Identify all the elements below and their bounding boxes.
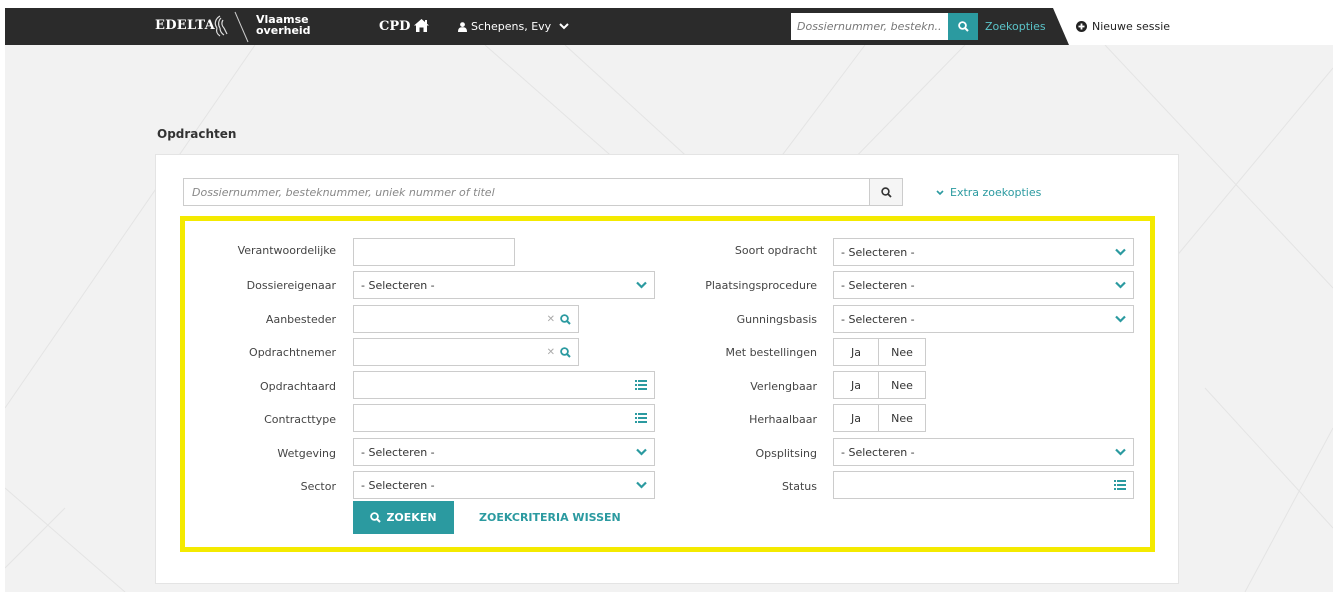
extra-search-options-label: Extra zoekopties (950, 186, 1042, 199)
plaatsingsprocedure-select[interactable]: - Selecteren - (833, 271, 1134, 299)
opdrachtnemer-lookup[interactable]: ✕ (353, 338, 579, 366)
label-dossiereigenaar: Dossiereigenaar (246, 279, 336, 292)
met-bestellingen-yes[interactable]: Ja (834, 339, 879, 365)
search-icon[interactable] (560, 346, 571, 358)
verlengbaar-no[interactable]: Nee (879, 372, 925, 398)
header-search-options-link[interactable]: Zoekopties (985, 20, 1046, 33)
chevron-down-icon (1115, 281, 1126, 289)
sector-select[interactable]: - Selecteren - (353, 471, 655, 499)
met-bestellingen-no[interactable]: Nee (879, 339, 925, 365)
edelta-logo[interactable]: EDELTA (155, 18, 215, 33)
label-verlengbaar: Verlengbaar (750, 380, 817, 393)
wetgeving-select[interactable]: - Selecteren - (353, 438, 655, 466)
search-icon (880, 186, 892, 198)
herhaalbaar-toggle: Ja Nee (833, 404, 926, 432)
contracttype-picker[interactable] (353, 404, 655, 432)
chevron-down-icon (636, 481, 647, 489)
logo-divider (234, 11, 250, 46)
top-navigation-bar: EDELTA Vlaamse overheid CPD Schepens, Ev… (5, 8, 1333, 45)
label-sector: Sector (300, 480, 336, 493)
herhaalbaar-yes[interactable]: Ja (834, 405, 879, 431)
label-herhaalbaar: Herhaalbaar (749, 413, 817, 426)
verlengbaar-toggle: Ja Nee (833, 371, 926, 399)
clear-icon[interactable]: ✕ (547, 314, 555, 325)
gunningsbasis-value: - Selecteren - (841, 312, 915, 326)
chevron-down-icon (936, 189, 944, 195)
label-contracttype: Contracttype (264, 413, 336, 426)
main-search-button[interactable] (869, 178, 903, 206)
wetgeving-value: - Selecteren - (361, 445, 435, 459)
user-name: Schepens, Evy (471, 20, 552, 33)
user-icon (458, 21, 467, 32)
page-title: Opdrachten (157, 127, 237, 141)
list-icon[interactable] (635, 413, 647, 423)
dossiereigenaar-select[interactable]: - Selecteren - (353, 271, 655, 299)
label-plaatsingsprocedure: Plaatsingsprocedure (705, 279, 817, 292)
dossiereigenaar-value: - Selecteren - (361, 278, 435, 292)
label-soort-opdracht: Soort opdracht (734, 244, 817, 257)
header-search-input[interactable] (791, 13, 948, 40)
clear-criteria-button[interactable]: ZOEKCRITERIA WISSEN (479, 511, 621, 524)
main-search-input[interactable] (183, 178, 869, 206)
label-opsplitsing: Opsplitsing (755, 447, 817, 460)
list-icon[interactable] (635, 380, 647, 390)
verantwoordelijke-input[interactable] (353, 238, 515, 266)
header-search (791, 13, 981, 40)
app-name[interactable]: CPD (379, 19, 410, 34)
soort-opdracht-value: - Selecteren - (841, 245, 915, 259)
header-search-button[interactable] (948, 13, 978, 40)
main-search (183, 178, 903, 206)
clear-icon[interactable]: ✕ (547, 347, 555, 358)
label-status: Status (781, 480, 817, 493)
gunningsbasis-select[interactable]: - Selecteren - (833, 305, 1134, 333)
label-gunningsbasis: Gunningsbasis (736, 313, 817, 326)
label-opdrachtnemer: Opdrachtnemer (249, 346, 336, 359)
label-verantwoordelijke: Verantwoordelijke (237, 244, 336, 257)
flemish-lion-icon (211, 14, 229, 41)
search-icon (957, 21, 969, 32)
vlaamse-overheid-logo: Vlaamse overheid (256, 14, 311, 36)
list-icon[interactable] (1114, 480, 1126, 490)
status-picker[interactable] (833, 471, 1134, 499)
chevron-down-icon (636, 281, 647, 289)
search-button[interactable]: ZOEKEN (353, 501, 454, 534)
sector-value: - Selecteren - (361, 478, 435, 492)
chevron-down-icon (1115, 315, 1126, 323)
met-bestellingen-toggle: Ja Nee (833, 338, 926, 366)
label-opdrachtaard: Opdrachtaard (259, 380, 336, 393)
label-wetgeving: Wetgeving (277, 447, 336, 460)
user-menu[interactable]: Schepens, Evy (458, 20, 569, 33)
plaatsingsprocedure-value: - Selecteren - (841, 278, 915, 292)
herhaalbaar-no[interactable]: Nee (879, 405, 925, 431)
new-session-label-wrap: Nieuwe sessie (1076, 20, 1170, 33)
chevron-down-icon (559, 23, 569, 30)
new-session-label: Nieuwe sessie (1092, 20, 1171, 33)
label-met-bestellingen: Met bestellingen (725, 346, 818, 359)
chevron-down-icon (1115, 448, 1126, 456)
opdrachtaard-picker[interactable] (353, 371, 655, 399)
verlengbaar-yes[interactable]: Ja (834, 372, 879, 398)
aanbesteder-lookup[interactable]: ✕ (353, 305, 579, 333)
label-aanbesteder: Aanbesteder (265, 313, 336, 326)
soort-opdracht-select[interactable]: - Selecteren - (833, 238, 1134, 266)
chevron-down-icon (636, 448, 647, 456)
search-icon[interactable] (560, 313, 571, 325)
opsplitsing-value: - Selecteren - (841, 445, 915, 459)
plus-circle-icon (1076, 21, 1087, 32)
extra-search-options-toggle[interactable]: Extra zoekopties (936, 186, 1041, 199)
gov-logo-line2: overheid (256, 24, 311, 37)
search-button-label: ZOEKEN (386, 511, 437, 524)
opsplitsing-select[interactable]: - Selecteren - (833, 438, 1134, 466)
home-icon[interactable] (413, 18, 430, 36)
search-icon (370, 512, 382, 523)
chevron-down-icon (1115, 248, 1126, 256)
new-session-button[interactable]: Nieuwe sessie (1053, 8, 1333, 45)
